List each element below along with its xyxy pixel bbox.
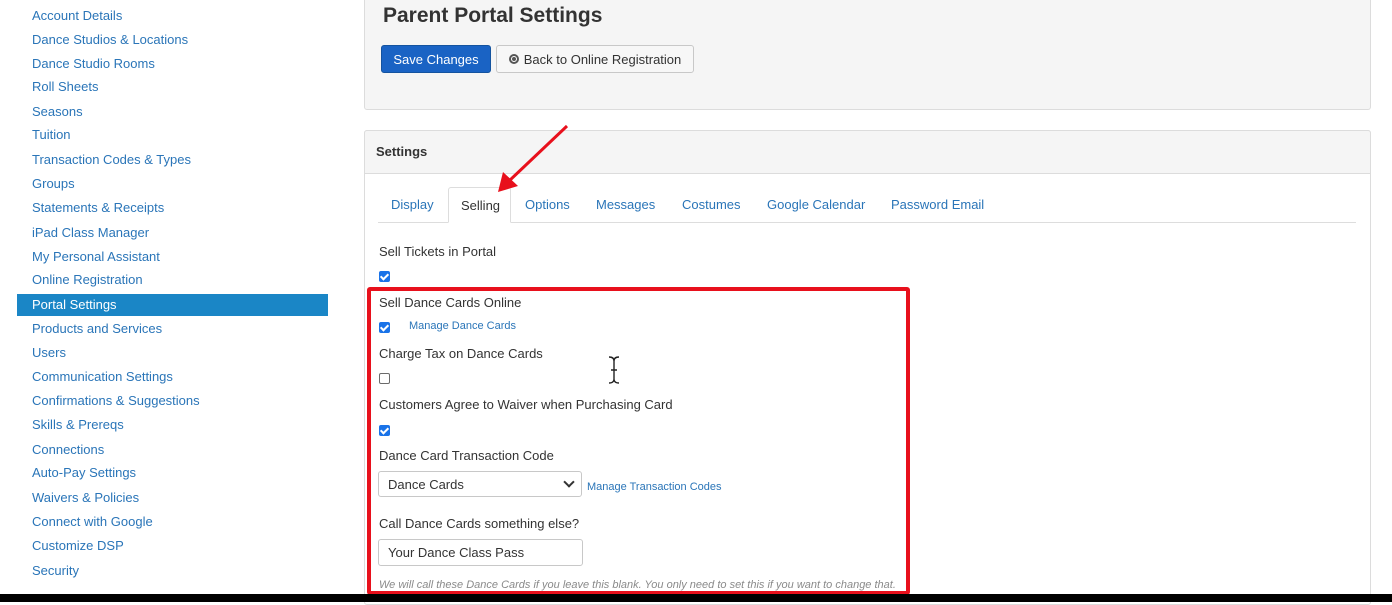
sidebar-item-users[interactable]: Users [17,342,328,364]
charge-tax-label: Charge Tax on Dance Cards [379,346,543,361]
sidebar-item-security[interactable]: Security [17,560,328,582]
settings-panel-header [364,130,1371,174]
sidebar-item-waivers-policies[interactable]: Waivers & Policies [17,487,328,509]
tab-selling-label: Selling [461,198,501,213]
page-title: Parent Portal Settings [383,4,603,27]
sidebar-item-account-details[interactable]: Account Details [17,5,328,27]
sidebar-item-portal-settings[interactable]: Portal Settings [17,294,328,316]
rename-input[interactable] [378,539,583,566]
sidebar-item-statements-receipts[interactable]: Statements & Receipts [17,197,328,219]
sidebar-item-online-registration[interactable]: Online Registration [17,269,328,291]
sidebar-item-roll-sheets[interactable]: Roll Sheets [17,76,328,98]
sidebar: Account Details Dance Studios & Location… [0,0,345,594]
charge-tax-checkbox[interactable] [379,373,390,384]
sidebar-item-customize-dsp[interactable]: Customize DSP [17,535,328,557]
sell-tickets-checkbox[interactable] [379,271,390,282]
waiver-label: Customers Agree to Waiver when Purchasin… [379,397,673,412]
transaction-code-value: Dance Cards [388,477,464,492]
sidebar-item-auto-pay-settings[interactable]: Auto-Pay Settings [17,462,328,484]
tab-google-calendar[interactable]: Google Calendar [767,197,865,212]
tab-divider [378,222,1356,223]
transaction-code-label: Dance Card Transaction Code [379,448,554,463]
sidebar-item-connections[interactable]: Connections [17,439,328,461]
sidebar-item-dance-studios-locations[interactable]: Dance Studios & Locations [17,29,328,51]
tab-options[interactable]: Options [525,197,570,212]
manage-transaction-codes-link[interactable]: Manage Transaction Codes [587,481,722,493]
sidebar-item-dance-studio-rooms[interactable]: Dance Studio Rooms [17,53,328,75]
back-button-label: Back to Online Registration [523,51,682,67]
sell-tickets-label: Sell Tickets in Portal [379,244,497,259]
settings-panel [364,130,1371,605]
sidebar-item-confirmations-suggestions[interactable]: Confirmations & Suggestions [17,390,328,412]
text-cursor-icon [608,356,620,384]
settings-title: Settings [376,144,428,159]
manage-dance-cards-link[interactable]: Manage Dance Cards [409,320,516,332]
sidebar-item-skills-prereqs[interactable]: Skills & Prereqs [17,414,328,436]
tab-display[interactable]: Display [391,197,434,212]
tab-selling[interactable]: Selling [448,187,511,223]
screen-bottom-edge [0,594,1392,602]
tab-costumes[interactable]: Costumes [682,197,741,212]
chevron-down-icon [563,476,575,488]
rename-label: Call Dance Cards something else? [379,516,580,531]
sidebar-item-ipad-class-manager[interactable]: iPad Class Manager [17,222,328,244]
sidebar-item-seasons[interactable]: Seasons [17,101,328,123]
sidebar-item-products-services[interactable]: Products and Services [17,318,328,340]
waiver-checkbox[interactable] [379,425,390,436]
sidebar-item-groups[interactable]: Groups [17,173,328,195]
sidebar-item-tuition[interactable]: Tuition [17,124,328,146]
tab-messages[interactable]: Messages [596,197,655,212]
save-changes-button[interactable]: Save Changes [381,45,491,73]
sidebar-item-my-personal-assistant[interactable]: My Personal Assistant [17,246,328,268]
back-to-online-registration-button[interactable]: Back to Online Registration [496,45,694,73]
sell-dance-cards-checkbox[interactable] [379,322,390,333]
tab-password-email[interactable]: Password Email [891,197,984,212]
sidebar-item-communication-settings[interactable]: Communication Settings [17,366,328,388]
sidebar-item-transaction-codes-types[interactable]: Transaction Codes & Types [17,149,328,171]
transaction-code-select[interactable]: Dance Cards [378,471,582,497]
sidebar-item-connect-google[interactable]: Connect with Google [17,511,328,533]
sell-dance-cards-label: Sell Dance Cards Online [379,295,522,310]
rename-help-text: We will call these Dance Cards if you le… [379,579,896,591]
globe-icon [508,54,519,64]
